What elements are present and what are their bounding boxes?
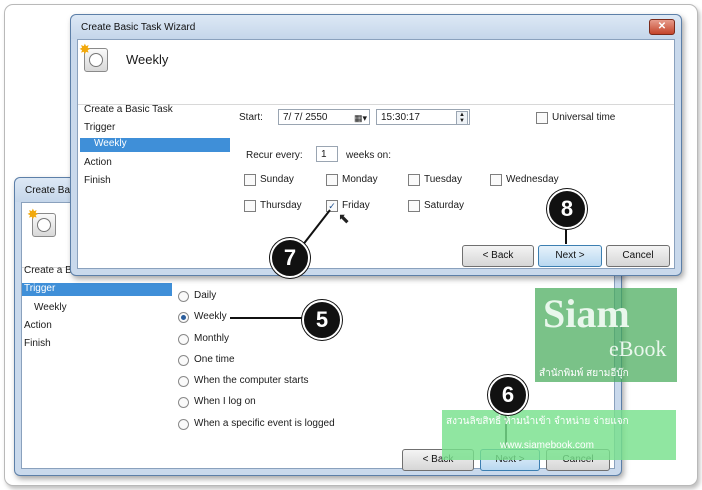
start-time-field[interactable]: 15:30:17 ▲ ▼ [376, 109, 470, 125]
task-clock-icon: ✸ [27, 206, 56, 237]
back-nav-action[interactable]: Action [24, 320, 52, 331]
radio-weekly[interactable] [178, 312, 189, 323]
front-next-button[interactable]: Next > [538, 245, 602, 267]
logo-thai-publisher: สำนักพิมพ์ สยามอีบุ๊ก [539, 368, 629, 379]
siam-ebook-logo: Siam eBook สำนักพิมพ์ สยามอีบุ๊ก [535, 288, 677, 382]
day-tuesday-label: Tuesday [424, 174, 462, 185]
front-header: ✸ Weekly [78, 40, 674, 105]
callout-badge-8: 8 [547, 189, 587, 229]
callout-badge-7: 7 [270, 238, 310, 278]
callout-badge-5: 5 [302, 300, 342, 340]
recur-every-label: Recur every: [246, 150, 303, 161]
front-back-button[interactable]: < Back [462, 245, 534, 267]
day-monday-label: Monday [342, 174, 378, 185]
option-specific-event-label: When a specific event is logged [194, 418, 335, 429]
start-date-value: 7/ 7/ 2550 [283, 112, 328, 123]
radio-computer-starts[interactable] [178, 376, 189, 387]
option-one-time-label: One time [194, 354, 235, 365]
checkbox-saturday[interactable] [408, 200, 420, 212]
checkbox-monday[interactable] [326, 174, 338, 186]
radio-monthly[interactable] [178, 334, 189, 345]
start-date-picker[interactable]: 7/ 7/ 2550 ▦▾ [278, 109, 370, 125]
start-label: Start: [239, 112, 263, 123]
checkbox-wednesday[interactable] [490, 174, 502, 186]
checkbox-sunday[interactable] [244, 174, 256, 186]
front-nav-action[interactable]: Action [84, 157, 112, 168]
front-nav-finish[interactable]: Finish [84, 175, 111, 186]
front-cancel-button[interactable]: Cancel [606, 245, 670, 267]
close-button[interactable]: ✕ [649, 19, 675, 35]
option-log-on-label: When I log on [194, 396, 256, 407]
front-header-title: Weekly [126, 52, 169, 67]
option-weekly-label: Weekly [194, 311, 227, 322]
day-wednesday-label: Wednesday [506, 174, 559, 185]
copyright-notice-text: สงวนลิขสิทธิ์ ห้ามนำเข้า จำหน่าย จ่ายแจก [446, 416, 629, 427]
option-computer-starts-label: When the computer starts [194, 375, 309, 386]
back-nav-finish[interactable]: Finish [24, 338, 51, 349]
radio-log-on[interactable] [178, 397, 189, 408]
front-nav-create-basic-task[interactable]: Create a Basic Task [84, 104, 173, 115]
option-daily-label: Daily [194, 290, 217, 301]
callout-badge-6: 6 [488, 375, 528, 415]
front-title-bar: Create Basic Task Wizard ✕ [71, 15, 681, 39]
front-window-title: Create Basic Task Wizard [81, 22, 196, 33]
front-client-area: ✸ Weekly Create a Basic Task Trigger Wee… [77, 39, 675, 269]
time-spinner-icon[interactable]: ▲ ▼ [456, 111, 468, 125]
back-nav-weekly[interactable]: Weekly [34, 302, 67, 313]
universal-time-checkbox[interactable] [536, 112, 548, 124]
logo-brand-bottom: eBook [609, 336, 667, 361]
checkbox-thursday[interactable] [244, 200, 256, 212]
day-sunday-label: Sunday [260, 174, 294, 185]
checkbox-friday[interactable]: ✓ [326, 200, 338, 212]
front-wizard-window: Create Basic Task Wizard ✕ ✸ Weekly Crea… [70, 14, 682, 276]
front-nav-trigger[interactable]: Trigger [84, 122, 115, 133]
back-nav-trigger[interactable]: Trigger [22, 283, 172, 296]
checkbox-tuesday[interactable] [408, 174, 420, 186]
universal-time-label: Universal time [552, 112, 616, 123]
task-clock-icon: ✸ [79, 41, 108, 72]
start-time-value: 15:30:17 [381, 112, 420, 123]
copyright-banner: สงวนลิขสิทธิ์ ห้ามนำเข้า จำหน่าย จ่ายแจก… [442, 410, 676, 460]
radio-one-time[interactable] [178, 355, 189, 366]
calendar-dropdown-icon[interactable]: ▦▾ [354, 110, 367, 126]
radio-daily[interactable] [178, 291, 189, 302]
day-thursday-label: Thursday [260, 200, 302, 211]
logo-brand-top: Siam [543, 291, 630, 336]
watermark-url-text: www.siamebook.com [500, 440, 594, 451]
recur-every-input[interactable]: 1 [316, 146, 338, 162]
day-saturday-label: Saturday [424, 200, 465, 211]
option-monthly-label: Monthly [194, 333, 230, 344]
radio-specific-event[interactable] [178, 419, 189, 430]
front-nav-weekly[interactable]: Weekly [80, 138, 230, 152]
mouse-cursor-icon: ⬉ [338, 210, 350, 226]
weeks-on-label: weeks on: [346, 150, 392, 161]
